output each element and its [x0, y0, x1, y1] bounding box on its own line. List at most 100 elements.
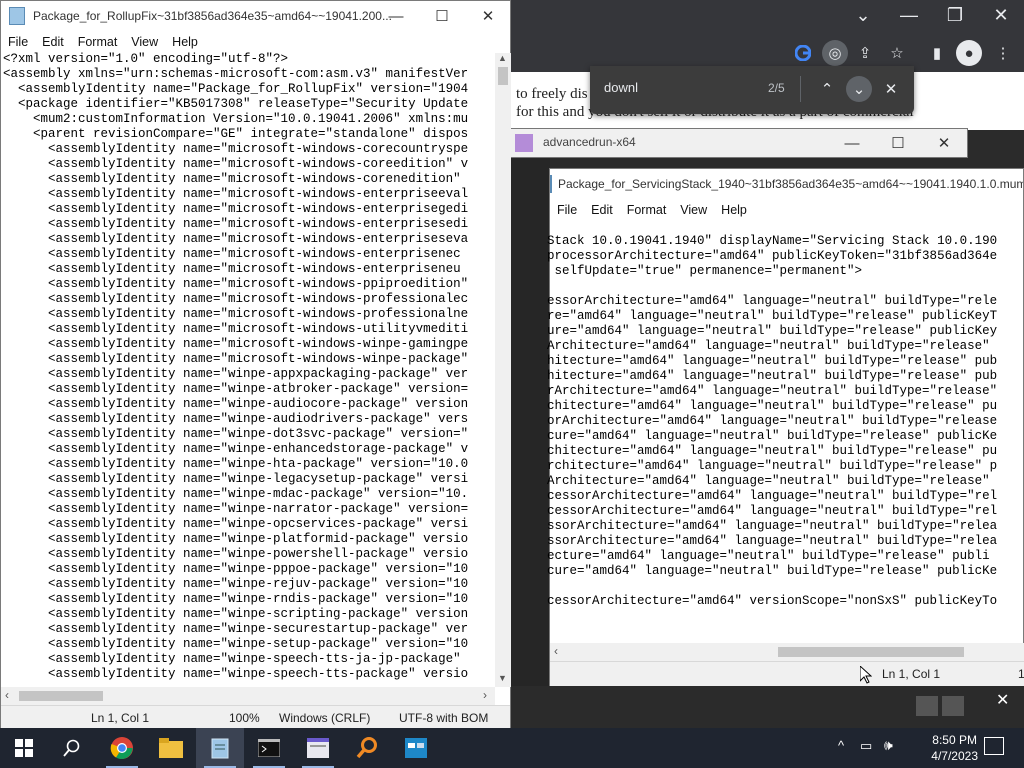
menu-help[interactable]: Help: [714, 203, 754, 217]
network-icon[interactable]: ▭: [860, 738, 872, 754]
text-line: <assemblyIdentity name="winpe-rejuv-pack…: [3, 577, 469, 591]
chevron-down-icon[interactable]: ⌄: [846, 76, 872, 102]
close-icon[interactable]: ✕: [465, 1, 511, 31]
google-icon[interactable]: [790, 40, 816, 66]
text-line: <assemblyIdentity name="winpe-pppoe-pack…: [3, 562, 469, 576]
taskbar-app[interactable]: [392, 728, 440, 768]
text-line: Stack 10.0.19041.1940" displayName="Serv…: [547, 234, 998, 248]
volume-icon[interactable]: 🕪: [884, 737, 893, 754]
profile-avatar-icon[interactable]: ●: [956, 40, 982, 66]
scrollbar-thumb[interactable]: [778, 647, 964, 657]
file-encoding: UTF-8 with BOM: [399, 711, 489, 725]
clock-date: 4/7/2023: [931, 749, 978, 763]
text-line: <assemblyIdentity name="winpe-speech-tts…: [3, 667, 469, 681]
windows-icon: [15, 739, 33, 757]
taskbar-file-explorer[interactable]: [147, 728, 195, 768]
scroll-left-icon[interactable]: ‹: [5, 688, 9, 702]
menu-view[interactable]: View: [124, 35, 165, 49]
text-line: <assemblyIdentity name="winpe-scripting-…: [3, 607, 469, 621]
advancedrun-titlebar[interactable]: advancedrun-x64 — ☐ ✕: [510, 128, 968, 158]
menu-edit[interactable]: Edit: [35, 35, 71, 49]
window-title: Package_for_ServicingStack_1940~31bf3856…: [558, 177, 1023, 191]
text-line: <assemblyIdentity name="microsoft-window…: [3, 172, 461, 186]
tray-strip-icon[interactable]: [916, 696, 938, 716]
chrome-icon: [110, 737, 133, 759]
lens-icon[interactable]: ◎: [822, 40, 848, 66]
notepad-titlebar[interactable]: Package_for_ServicingStack_1940~31bf3856…: [550, 169, 1023, 199]
minimize-icon[interactable]: —: [886, 0, 932, 30]
close-icon[interactable]: ✕: [878, 76, 904, 102]
text-line: <assemblyIdentity name="winpe-atbroker-p…: [3, 382, 469, 396]
taskbar-chrome[interactable]: [98, 728, 146, 768]
scrollbar-thumb[interactable]: [498, 67, 508, 85]
text-line: ure="amd64" language="neutral" buildType…: [547, 324, 998, 338]
minimize-icon[interactable]: —: [829, 128, 875, 158]
text-line: hitecture="amd64" language="neutral" bui…: [547, 369, 998, 383]
text-editor-area[interactable]: Stack 10.0.19041.1940" displayName="Serv…: [547, 234, 1023, 634]
menu-edit[interactable]: Edit: [584, 203, 620, 217]
text-line: ssorArchitecture="amd64" language="neutr…: [547, 534, 998, 548]
status-bar: Ln 1, Col 1 1: [550, 661, 1024, 686]
text-line: chitecture="amd64" language="neutral" bu…: [547, 399, 998, 413]
menu-file[interactable]: File: [1, 35, 35, 49]
scroll-down-icon[interactable]: ▼: [498, 673, 507, 683]
maximize-icon[interactable]: ☐: [875, 128, 921, 158]
scroll-left-icon[interactable]: ‹: [554, 644, 558, 658]
taskbar-advancedrun[interactable]: [294, 728, 342, 768]
scroll-right-icon[interactable]: ›: [483, 688, 487, 702]
search-button[interactable]: [48, 728, 96, 768]
restore-icon[interactable]: ❐: [932, 0, 978, 30]
taskbar-terminal[interactable]: [245, 728, 293, 768]
more-menu-icon[interactable]: ⋮: [990, 40, 1016, 66]
clock[interactable]: 8:50 PM 4/7/2023: [931, 732, 978, 764]
maximize-icon[interactable]: ☐: [419, 1, 465, 31]
text-line: <assemblyIdentity name="winpe-appxpackag…: [3, 367, 469, 381]
close-icon[interactable]: ✕: [996, 690, 1009, 710]
text-line: <assemblyIdentity name="winpe-rndis-pack…: [3, 592, 469, 606]
side-panel-icon[interactable]: ▮: [924, 40, 950, 66]
chevron-up-icon[interactable]: ⌃: [814, 76, 840, 102]
menu-bar: File Edit Format View Help: [1, 31, 510, 53]
text-line: <assemblyIdentity name="microsoft-window…: [3, 262, 461, 276]
notepad-icon: [211, 738, 229, 759]
text-line: <assemblyIdentity name="winpe-dot3svc-pa…: [3, 427, 469, 441]
folder-icon: [159, 738, 183, 758]
horizontal-scrollbar[interactable]: ‹ ›: [1, 687, 495, 705]
close-icon[interactable]: ✕: [921, 128, 967, 158]
minimize-icon[interactable]: —: [373, 1, 419, 31]
text-line: <assemblyIdentity name="winpe-setup-pack…: [3, 637, 469, 651]
chevron-down-icon[interactable]: ⌄: [840, 0, 886, 30]
menu-file[interactable]: File: [550, 203, 584, 217]
text-line: <assemblyIdentity name="winpe-hta-packag…: [3, 457, 469, 471]
mouse-cursor-icon: [859, 664, 873, 684]
menu-format[interactable]: Format: [71, 35, 125, 49]
text-line: <assemblyIdentity name="winpe-legacysetu…: [3, 472, 469, 486]
text-editor-area[interactable]: <?xml version="1.0" encoding="utf-8"?> <a…: [3, 52, 495, 686]
scrollbar-thumb[interactable]: [19, 691, 103, 701]
text-line: <assemblyIdentity name="microsoft-window…: [3, 337, 469, 351]
text-line: [547, 279, 1023, 294]
find-divider: [800, 76, 801, 102]
text-line: re="amd64" language="neutral" buildType=…: [547, 309, 998, 323]
close-icon[interactable]: ✕: [978, 0, 1024, 30]
tray-strip-icon[interactable]: [942, 696, 964, 716]
vertical-scrollbar[interactable]: ▲ ▼: [495, 53, 511, 687]
menu-help[interactable]: Help: [165, 35, 205, 49]
menu-view[interactable]: View: [673, 203, 714, 217]
menu-format[interactable]: Format: [620, 203, 674, 217]
text-line: <assemblyIdentity name="winpe-audiodrive…: [3, 412, 469, 426]
find-count: 2/5: [768, 81, 785, 95]
share-icon[interactable]: ⇪: [852, 40, 878, 66]
scroll-up-icon[interactable]: ▲: [498, 53, 507, 63]
taskbar-notepad[interactable]: [196, 728, 244, 768]
find-input[interactable]: downl: [604, 80, 638, 95]
notification-icon[interactable]: [984, 737, 1004, 755]
advancedrun-title: advancedrun-x64: [543, 135, 636, 149]
text-line: <assemblyIdentity name="winpe-platformid…: [3, 532, 469, 546]
start-button[interactable]: [0, 728, 48, 768]
bookmark-star-icon[interactable]: ☆: [884, 40, 910, 66]
chevron-up-icon[interactable]: ^: [838, 738, 844, 753]
horizontal-scrollbar[interactable]: ‹: [550, 643, 1024, 661]
status-extra: 1: [1018, 667, 1024, 681]
taskbar-search-tool[interactable]: [343, 728, 391, 768]
